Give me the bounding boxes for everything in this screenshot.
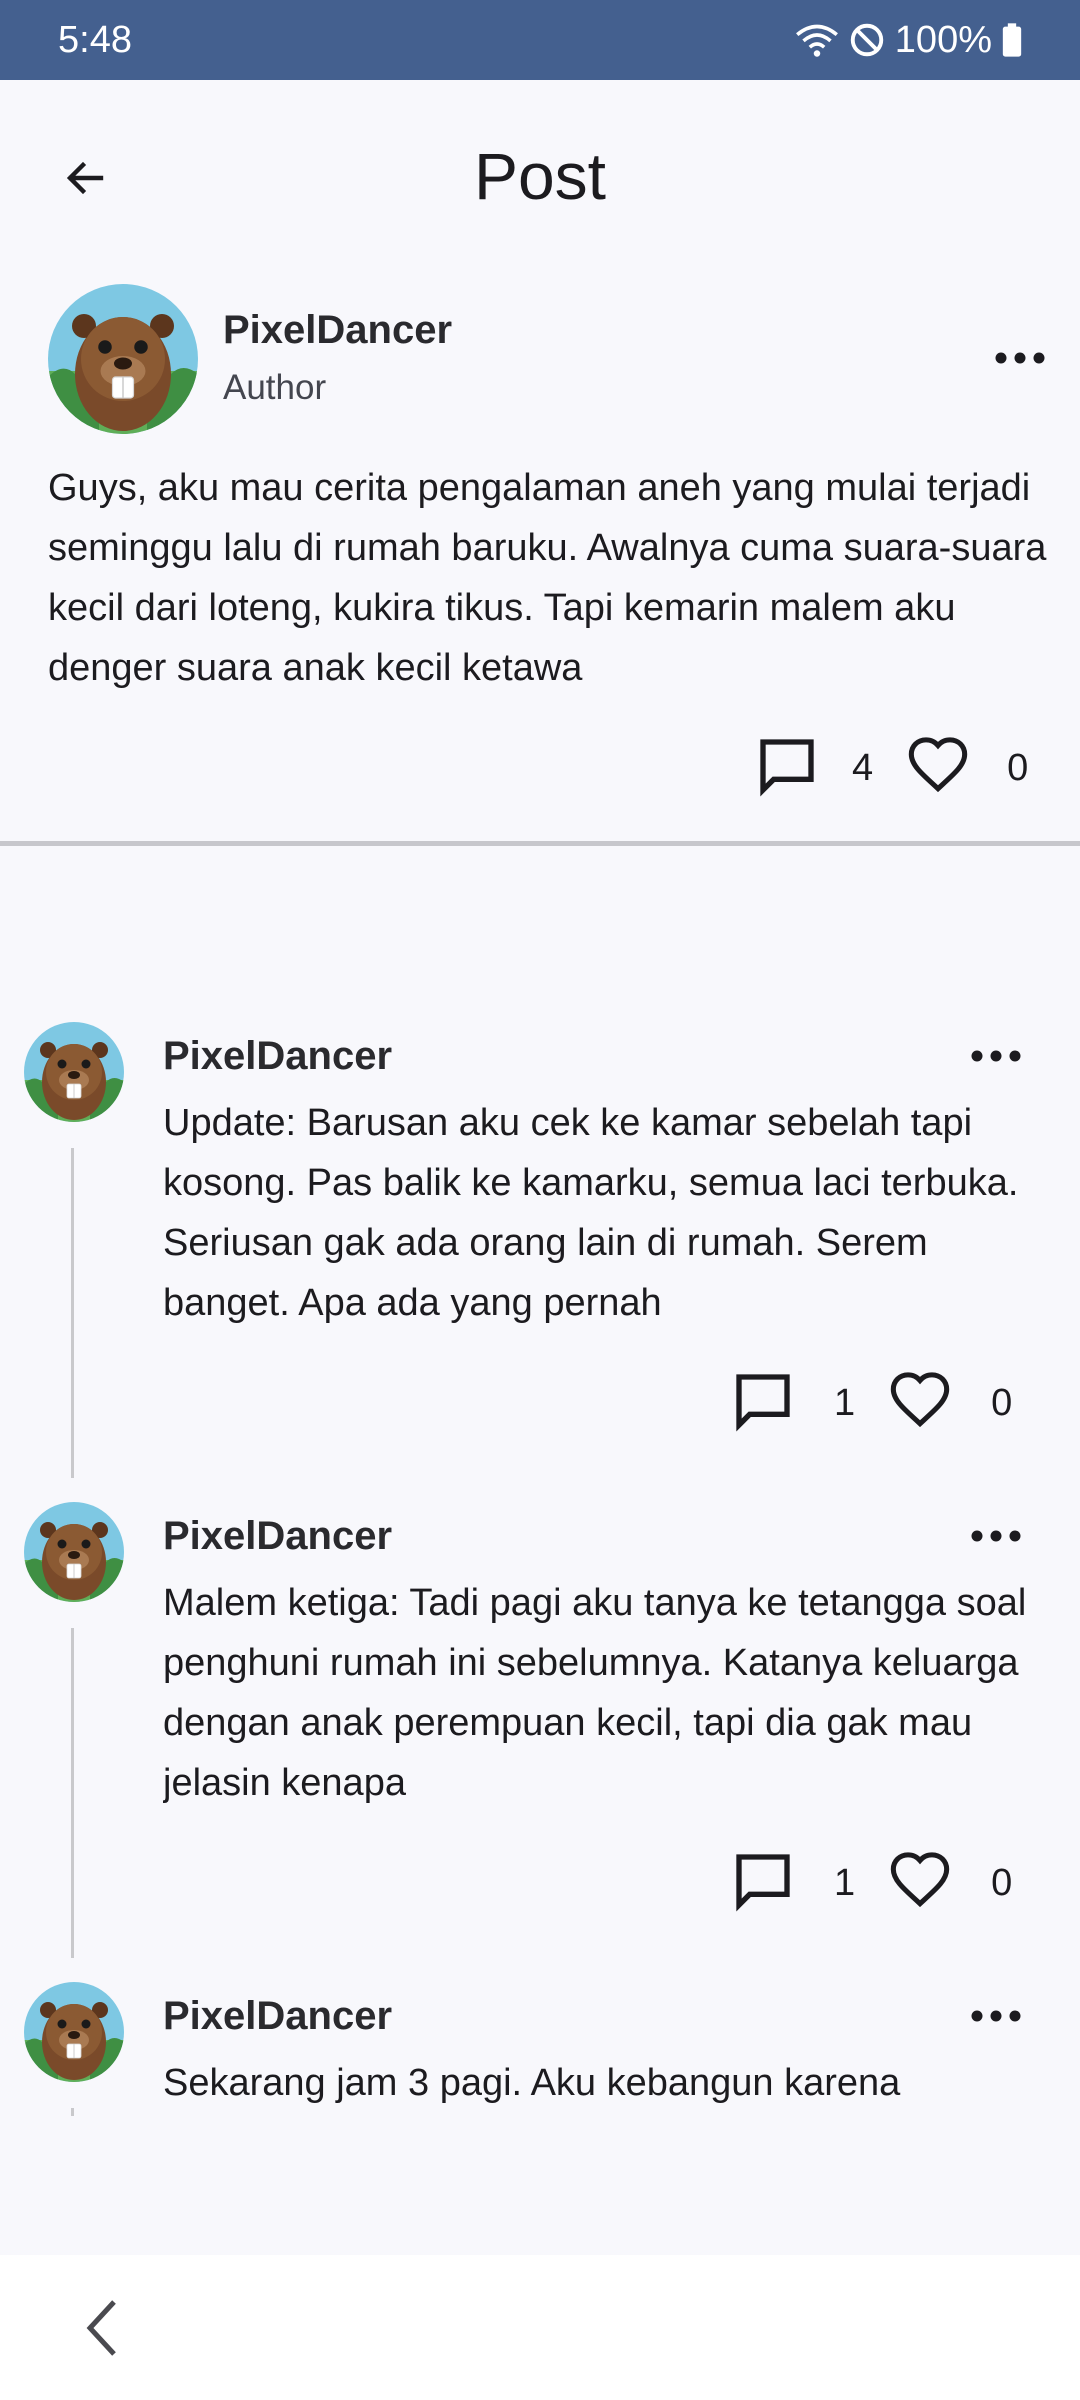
reply-count: 1 <box>834 1861 856 1904</box>
comment-more-button[interactable] <box>966 1998 1026 2038</box>
post-author-name[interactable]: PixelDancer <box>223 308 452 353</box>
more-horiz-icon <box>971 2009 1021 2027</box>
comment-author-name[interactable]: PixelDancer <box>163 1034 392 1079</box>
comment-more-button[interactable] <box>966 1518 1026 1558</box>
chevron-left-icon <box>82 2298 122 2363</box>
do-not-disturb-icon <box>849 22 885 58</box>
nav-back-button[interactable] <box>72 2295 132 2365</box>
post-comment-button[interactable] <box>752 733 822 803</box>
comment-body[interactable]: Malem ketiga: Tadi pagi aku tanya ke tet… <box>163 1573 1043 1813</box>
heart-outline-icon <box>906 734 970 803</box>
comment-like-button[interactable] <box>885 1848 955 1918</box>
post-body[interactable]: Guys, aku mau cerita pengalaman aneh yan… <box>48 458 1058 698</box>
more-horiz-icon <box>971 1529 1021 1547</box>
status-time: 5:48 <box>58 18 132 61</box>
status-bar: 5:48 100% <box>0 0 1080 80</box>
avatar[interactable] <box>24 1022 124 1122</box>
heart-outline-icon <box>888 1369 952 1438</box>
post-author-role: Author <box>223 368 327 407</box>
post-actions: 4 0 <box>752 733 1028 803</box>
reply-count: 1 <box>834 1381 856 1424</box>
divider <box>0 841 1080 846</box>
thread-line <box>71 2108 74 2116</box>
chat-bubble-outline-icon <box>731 1849 795 1918</box>
comment-more-button[interactable] <box>966 1038 1026 1078</box>
post-like-button[interactable] <box>903 733 973 803</box>
chat-bubble-outline-icon <box>755 734 819 803</box>
thread-line <box>71 1148 74 1478</box>
post-like-count: 0 <box>1007 746 1029 789</box>
comment-actions: 1 0 <box>728 1368 1012 1438</box>
page-title: Post <box>473 139 607 213</box>
comment-author-name[interactable]: PixelDancer <box>163 1994 392 2039</box>
battery-icon <box>1002 23 1022 57</box>
post-comment-count: 4 <box>852 746 874 789</box>
comment-body[interactable]: Sekarang jam 3 pagi. Aku kebangun karena <box>163 2053 1043 2113</box>
status-icons: 100% <box>795 19 1022 62</box>
avatar[interactable] <box>24 1982 124 2082</box>
avatar[interactable] <box>24 1502 124 1602</box>
top-app-bar: Post <box>0 80 1080 270</box>
more-horiz-icon <box>971 1049 1021 1067</box>
post-more-button[interactable] <box>990 340 1050 380</box>
comment-body[interactable]: Update: Barusan aku cek ke kamar sebelah… <box>163 1093 1043 1333</box>
comment-author-name[interactable]: PixelDancer <box>163 1514 392 1559</box>
chat-bubble-outline-icon <box>731 1369 795 1438</box>
wifi-icon <box>795 22 839 58</box>
comment-like-button[interactable] <box>885 1368 955 1438</box>
comment-actions: 1 0 <box>728 1848 1012 1918</box>
heart-outline-icon <box>888 1849 952 1918</box>
reply-button[interactable] <box>728 1368 798 1438</box>
avatar[interactable] <box>48 284 198 434</box>
more-horiz-icon <box>995 351 1045 369</box>
comment-like-count: 0 <box>991 1381 1013 1424</box>
thread-line <box>71 1628 74 1958</box>
comment-like-count: 0 <box>991 1861 1013 1904</box>
navigation-bar <box>0 2255 1080 2400</box>
battery-level: 100% <box>894 18 992 61</box>
reply-button[interactable] <box>728 1848 798 1918</box>
